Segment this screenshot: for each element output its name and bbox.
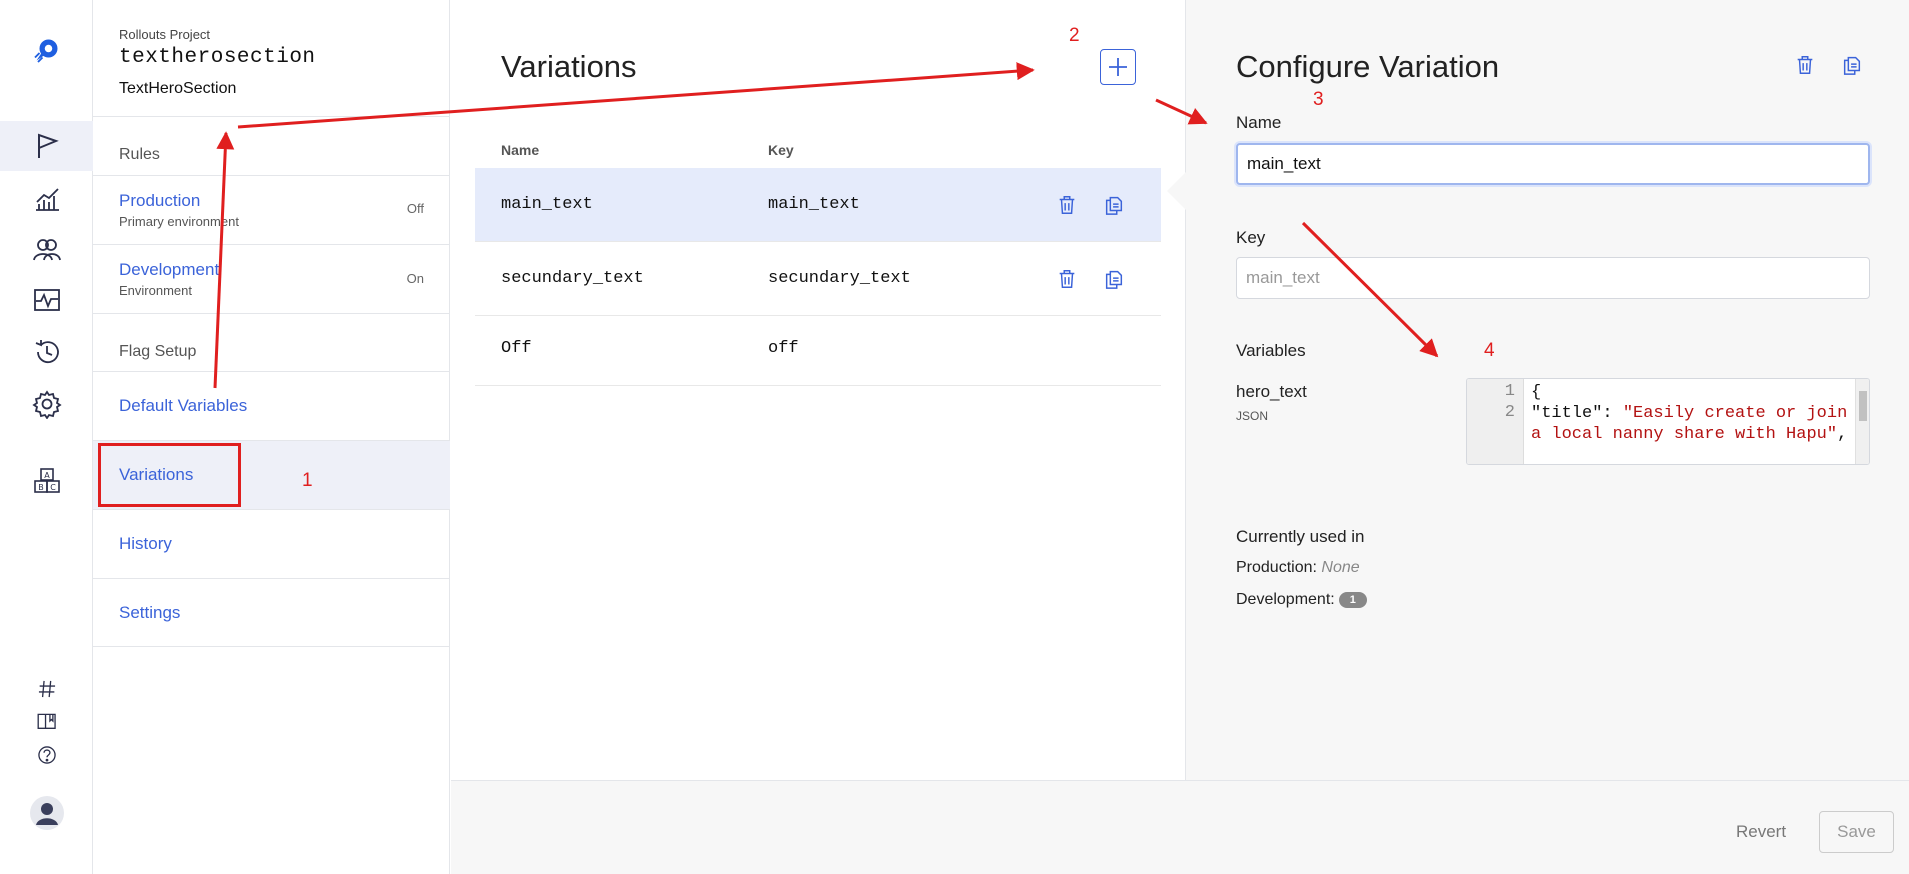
table-row[interactable]: secundary_text secundary_text: [475, 242, 1161, 316]
trash-icon[interactable]: [1054, 266, 1080, 292]
copy-icon[interactable]: [1101, 266, 1127, 292]
project-label: Rollouts Project: [119, 27, 211, 42]
revert-button[interactable]: Revert: [1736, 822, 1786, 842]
used-value: None: [1321, 559, 1360, 576]
logo-icon[interactable]: [0, 24, 93, 76]
svg-text:A: A: [44, 471, 50, 480]
nav-default-variables[interactable]: Default Variables: [93, 372, 450, 440]
nav-label: Variations: [119, 465, 194, 484]
name-label: Name: [1236, 113, 1282, 132]
env-description: Primary environment: [119, 214, 239, 229]
line-number: 1: [1504, 382, 1515, 401]
trash-icon[interactable]: [1794, 54, 1820, 80]
env-state: Off: [406, 201, 424, 216]
nav-label: Default Variables: [119, 396, 248, 415]
line-gutter: 1 2: [1467, 379, 1524, 464]
svg-text:B: B: [38, 483, 44, 492]
copy-icon[interactable]: [1101, 192, 1127, 218]
variable-type: JSON: [1236, 409, 1269, 423]
table-row[interactable]: Off off: [475, 316, 1161, 386]
book-icon[interactable]: [0, 706, 93, 736]
env-state: On: [406, 271, 424, 286]
line-number: 2: [1504, 403, 1515, 422]
selection-pointer: [1167, 172, 1186, 210]
activity-icon[interactable]: [0, 275, 93, 325]
variations-panel: Variations Name Key main_text main_text …: [451, 0, 1184, 780]
code-punct: ,: [1837, 425, 1848, 444]
nav-variations[interactable]: Variations: [93, 441, 450, 509]
copy-icon[interactable]: [1841, 54, 1867, 80]
avatar[interactable]: [0, 793, 93, 833]
configure-title: Configure Variation: [1236, 49, 1500, 84]
variation-name: secundary_text: [501, 269, 644, 288]
nav-label: History: [119, 534, 172, 553]
configure-panel: Configure Variation Name main_text Key m…: [1167, 0, 1909, 780]
used-env: Production:: [1236, 559, 1317, 576]
key-label: Key: [1236, 228, 1266, 247]
flag-sidebar: Rollouts Project textherosection TextHer…: [93, 0, 450, 874]
variation-key: secundary_text: [768, 269, 911, 288]
env-description: Environment: [119, 283, 192, 298]
variation-key: off: [768, 339, 799, 358]
icon-rail: ABC: [0, 0, 93, 874]
key-input[interactable]: main_text: [1236, 257, 1870, 299]
gear-icon[interactable]: [0, 379, 93, 429]
flag-icon[interactable]: [0, 121, 93, 171]
variation-name: Off: [501, 339, 532, 358]
variations-title: Variations: [501, 49, 637, 84]
history-icon[interactable]: [0, 327, 93, 377]
users-icon[interactable]: [0, 224, 93, 274]
variables-label: Variables: [1236, 341, 1306, 360]
name-input[interactable]: main_text: [1236, 143, 1870, 185]
nav-settings[interactable]: Settings: [93, 579, 450, 647]
table-row[interactable]: main_text main_text: [475, 168, 1161, 242]
divider: [93, 313, 450, 314]
help-icon[interactable]: [0, 740, 93, 770]
code-separator: :: [1602, 404, 1623, 423]
used-in-production: Production: None: [1236, 559, 1360, 577]
chart-icon[interactable]: [0, 174, 93, 224]
divider: [93, 646, 450, 647]
used-in-title: Currently used in: [1236, 527, 1365, 546]
flag-setup-title: Flag Setup: [119, 343, 197, 360]
env-item-development[interactable]: Development Environment On: [93, 245, 450, 313]
divider: [93, 116, 450, 117]
column-header-name: Name: [501, 142, 540, 158]
env-item-production[interactable]: Production Primary environment Off: [93, 176, 450, 244]
footer-bar: Revert Save: [451, 780, 1909, 874]
code-line: {: [1531, 383, 1542, 402]
used-env: Development:: [1236, 591, 1335, 608]
count-badge: 1: [1338, 592, 1367, 608]
variable-name: hero_text: [1236, 382, 1307, 401]
nav-label: Settings: [119, 603, 181, 622]
code-content: { "title": "Easily create or join a loca…: [1531, 382, 1849, 445]
env-name: Development: [119, 260, 220, 279]
code-key: "title": [1531, 404, 1603, 423]
rules-title: Rules: [119, 146, 160, 163]
scroll-thumb[interactable]: [1859, 391, 1867, 421]
plus-icon: [1109, 58, 1127, 76]
svg-text:C: C: [50, 483, 56, 492]
env-name: Production: [119, 191, 201, 210]
editor-scrollbar[interactable]: [1855, 379, 1869, 464]
trash-icon[interactable]: [1054, 192, 1080, 218]
column-header-key: Key: [768, 142, 794, 158]
variation-name: main_text: [501, 195, 593, 214]
hash-icon[interactable]: [0, 674, 93, 704]
add-variation-button[interactable]: [1100, 49, 1136, 85]
used-in-development: Development: 1: [1236, 591, 1367, 609]
save-button[interactable]: Save: [1819, 811, 1894, 853]
nav-history[interactable]: History: [93, 510, 450, 578]
variation-key: main_text: [768, 195, 860, 214]
flag-key: textherosection: [119, 46, 316, 69]
flag-name: TextHeroSection: [119, 80, 237, 97]
blocks-icon[interactable]: ABC: [0, 456, 93, 506]
json-editor[interactable]: 1 2 { "title": "Easily create or join a …: [1466, 378, 1870, 465]
